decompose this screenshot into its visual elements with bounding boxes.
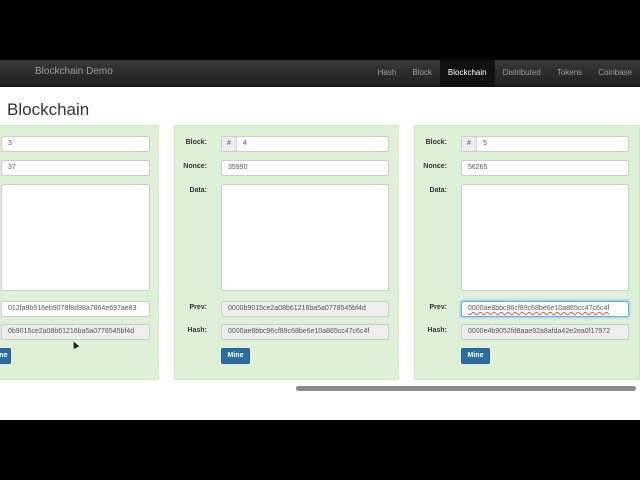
nav-coinbase[interactable]: Coinbase [590, 60, 640, 86]
nav-blockchain[interactable]: Blockchain [439, 60, 495, 86]
brand-link[interactable]: Blockchain Demo [35, 66, 113, 77]
mine-button[interactable]: ne [0, 348, 11, 364]
nav-menu: Hash Block Blockchain Distributed Tokens… [370, 60, 640, 86]
data-textarea[interactable] [221, 184, 389, 291]
nav-block[interactable]: Block [404, 60, 440, 86]
nav-tokens[interactable]: Tokens [549, 60, 590, 86]
data-label: Data: [189, 187, 207, 194]
hash-label: Hash: [187, 327, 207, 334]
block-number-field[interactable]: 5 [476, 136, 629, 152]
nonce-field[interactable]: 56265 [461, 160, 629, 176]
prev-hash-field[interactable]: 012fa9b916eb9078f8d98a7864e697ae83 [1, 301, 150, 317]
horizontal-scrollbar[interactable] [296, 386, 636, 391]
nav-distributed[interactable]: Distributed [495, 60, 549, 86]
nonce-field[interactable]: 35990 [221, 160, 389, 176]
data-label: Data: [429, 187, 447, 194]
nonce-label: Nonce: [423, 163, 447, 170]
mine-button[interactable]: Mine [221, 348, 250, 364]
block-number-field[interactable]: 4 [236, 136, 389, 152]
hash-field: 0000e4b9052fd8aae92a8afda42e2ea0f17972 [461, 324, 629, 340]
mine-button[interactable]: Mine [461, 348, 490, 364]
nav-hash[interactable]: Hash [370, 60, 405, 86]
prev-label: Prev: [429, 304, 447, 311]
block-number-field[interactable]: 3 [1, 136, 150, 152]
hash-symbol-addon: # [461, 136, 477, 152]
page-title: Blockchain [7, 100, 90, 119]
nonce-label: Nonce: [183, 163, 207, 170]
hash-label: Hash: [427, 327, 447, 334]
hash-field: 0000ae8bbc96cf89c68be6e10a865cc47c6c4f [221, 324, 389, 340]
data-textarea[interactable] [461, 184, 629, 291]
block-card-4: Block: # 4 Nonce: 35990 Data: Prev: 0000… [174, 125, 399, 380]
nonce-field[interactable]: 37 [1, 160, 150, 176]
prev-hash-field[interactable]: 0000ae8bbc96cf89c68be6e10a865cc47c6c4f [461, 301, 629, 317]
block-label: Block: [425, 139, 447, 146]
data-textarea[interactable] [1, 184, 150, 291]
navbar: Blockchain Demo Hash Block Blockchain Di… [0, 60, 640, 87]
prev-label: Prev: [189, 304, 207, 311]
block-card-3: 3 37 012fa9b916eb9078f8d98a7864e697ae83 … [0, 125, 159, 380]
block-label: Block: [185, 139, 207, 146]
prev-hash-field: 0000b9015ce2a08b61216ba5a0778545bf4d [221, 301, 389, 317]
hash-symbol-addon: # [221, 136, 237, 152]
hash-field: 0b9015ce2a08b61216ba5a0778545bf4d [1, 324, 150, 340]
browser-viewport: Blockchain Demo Hash Block Blockchain Di… [0, 60, 640, 420]
block-card-5: Block: # 5 Nonce: 56265 Data: Prev: 0000… [414, 125, 640, 380]
